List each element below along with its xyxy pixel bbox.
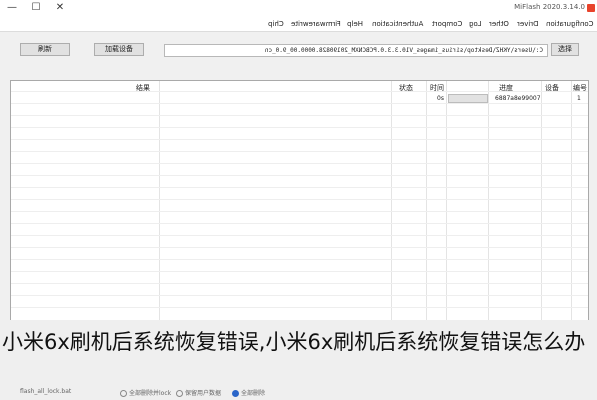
refresh-button[interactable]: 刷新: [20, 43, 70, 56]
select-button[interactable]: 选择: [551, 43, 579, 56]
radio-option-save-user-data[interactable]: 保留用户数据: [176, 388, 221, 397]
column-header-time[interactable]: 时间: [430, 83, 444, 93]
minimize-button[interactable]: —: [3, 1, 21, 15]
radio-clean-all-indicator: [232, 390, 239, 397]
column-header-result[interactable]: 结果: [136, 83, 150, 93]
window-title: MiFlash 2020.3.14.0: [514, 3, 585, 11]
menu-comport[interactable]: Comport: [432, 18, 462, 30]
device-table: 编号 设备 进度 时间 状态 结果 1 6887a8e99007 0s: [10, 80, 589, 322]
menu-chip[interactable]: Chip: [268, 18, 284, 30]
firmware-path-input[interactable]: C:\Users\YKHZ\Desktop\sirius_images_V10.…: [164, 44, 548, 57]
load-device-button[interactable]: 加载设备: [94, 43, 144, 56]
close-button[interactable]: ✕: [51, 1, 69, 15]
radio-clean-lock-label: 全部删除并lock: [129, 390, 172, 397]
menu-log[interactable]: Log: [469, 18, 482, 30]
article-caption: 小米6x刷机后系统恢复错误,小米6x刷机后系统恢复错误怎么办: [2, 330, 586, 354]
column-header-device[interactable]: 设备: [545, 83, 559, 93]
column-header-status[interactable]: 状态: [399, 83, 413, 93]
radio-clean-lock-indicator: [120, 390, 127, 397]
radio-save-user-data-indicator: [176, 390, 183, 397]
menu-help[interactable]: Help: [347, 18, 363, 30]
flash-script-label: flash_all_lock.bat: [20, 388, 72, 395]
maximize-button[interactable]: ☐: [27, 1, 45, 15]
row-progress-bar: [448, 94, 488, 103]
menu-authentication[interactable]: Authentication: [372, 18, 423, 30]
firmware-path-text: C:\Users\YKHZ\Desktop\sirius_images_V10.…: [264, 47, 543, 54]
row-time: 0s: [437, 95, 444, 102]
row-number: 1: [577, 95, 581, 102]
menu-configuration[interactable]: Configuration: [546, 18, 593, 30]
app-logo-icon: [587, 4, 595, 12]
menu-bar: Configuration Driver Other Log Comport A…: [0, 17, 597, 32]
menu-firmwarewrite[interactable]: Firmwarewrite: [291, 18, 341, 30]
title-bar: — ☐ ✕ MiFlash 2020.3.14.0: [0, 0, 597, 18]
row-device-id: 6887a8e99007: [495, 95, 541, 102]
radio-clean-all-label: 全部删除: [241, 390, 266, 397]
column-header-progress[interactable]: 进度: [499, 83, 513, 93]
menu-other[interactable]: Other: [489, 18, 509, 30]
menu-driver[interactable]: Driver: [517, 18, 539, 30]
radio-save-user-data-label: 保留用户数据: [185, 390, 222, 397]
radio-option-clean-all[interactable]: 全部删除: [232, 388, 265, 397]
radio-option-clean-lock[interactable]: 全部删除并lock: [120, 388, 171, 397]
column-header-number[interactable]: 编号: [573, 83, 587, 93]
